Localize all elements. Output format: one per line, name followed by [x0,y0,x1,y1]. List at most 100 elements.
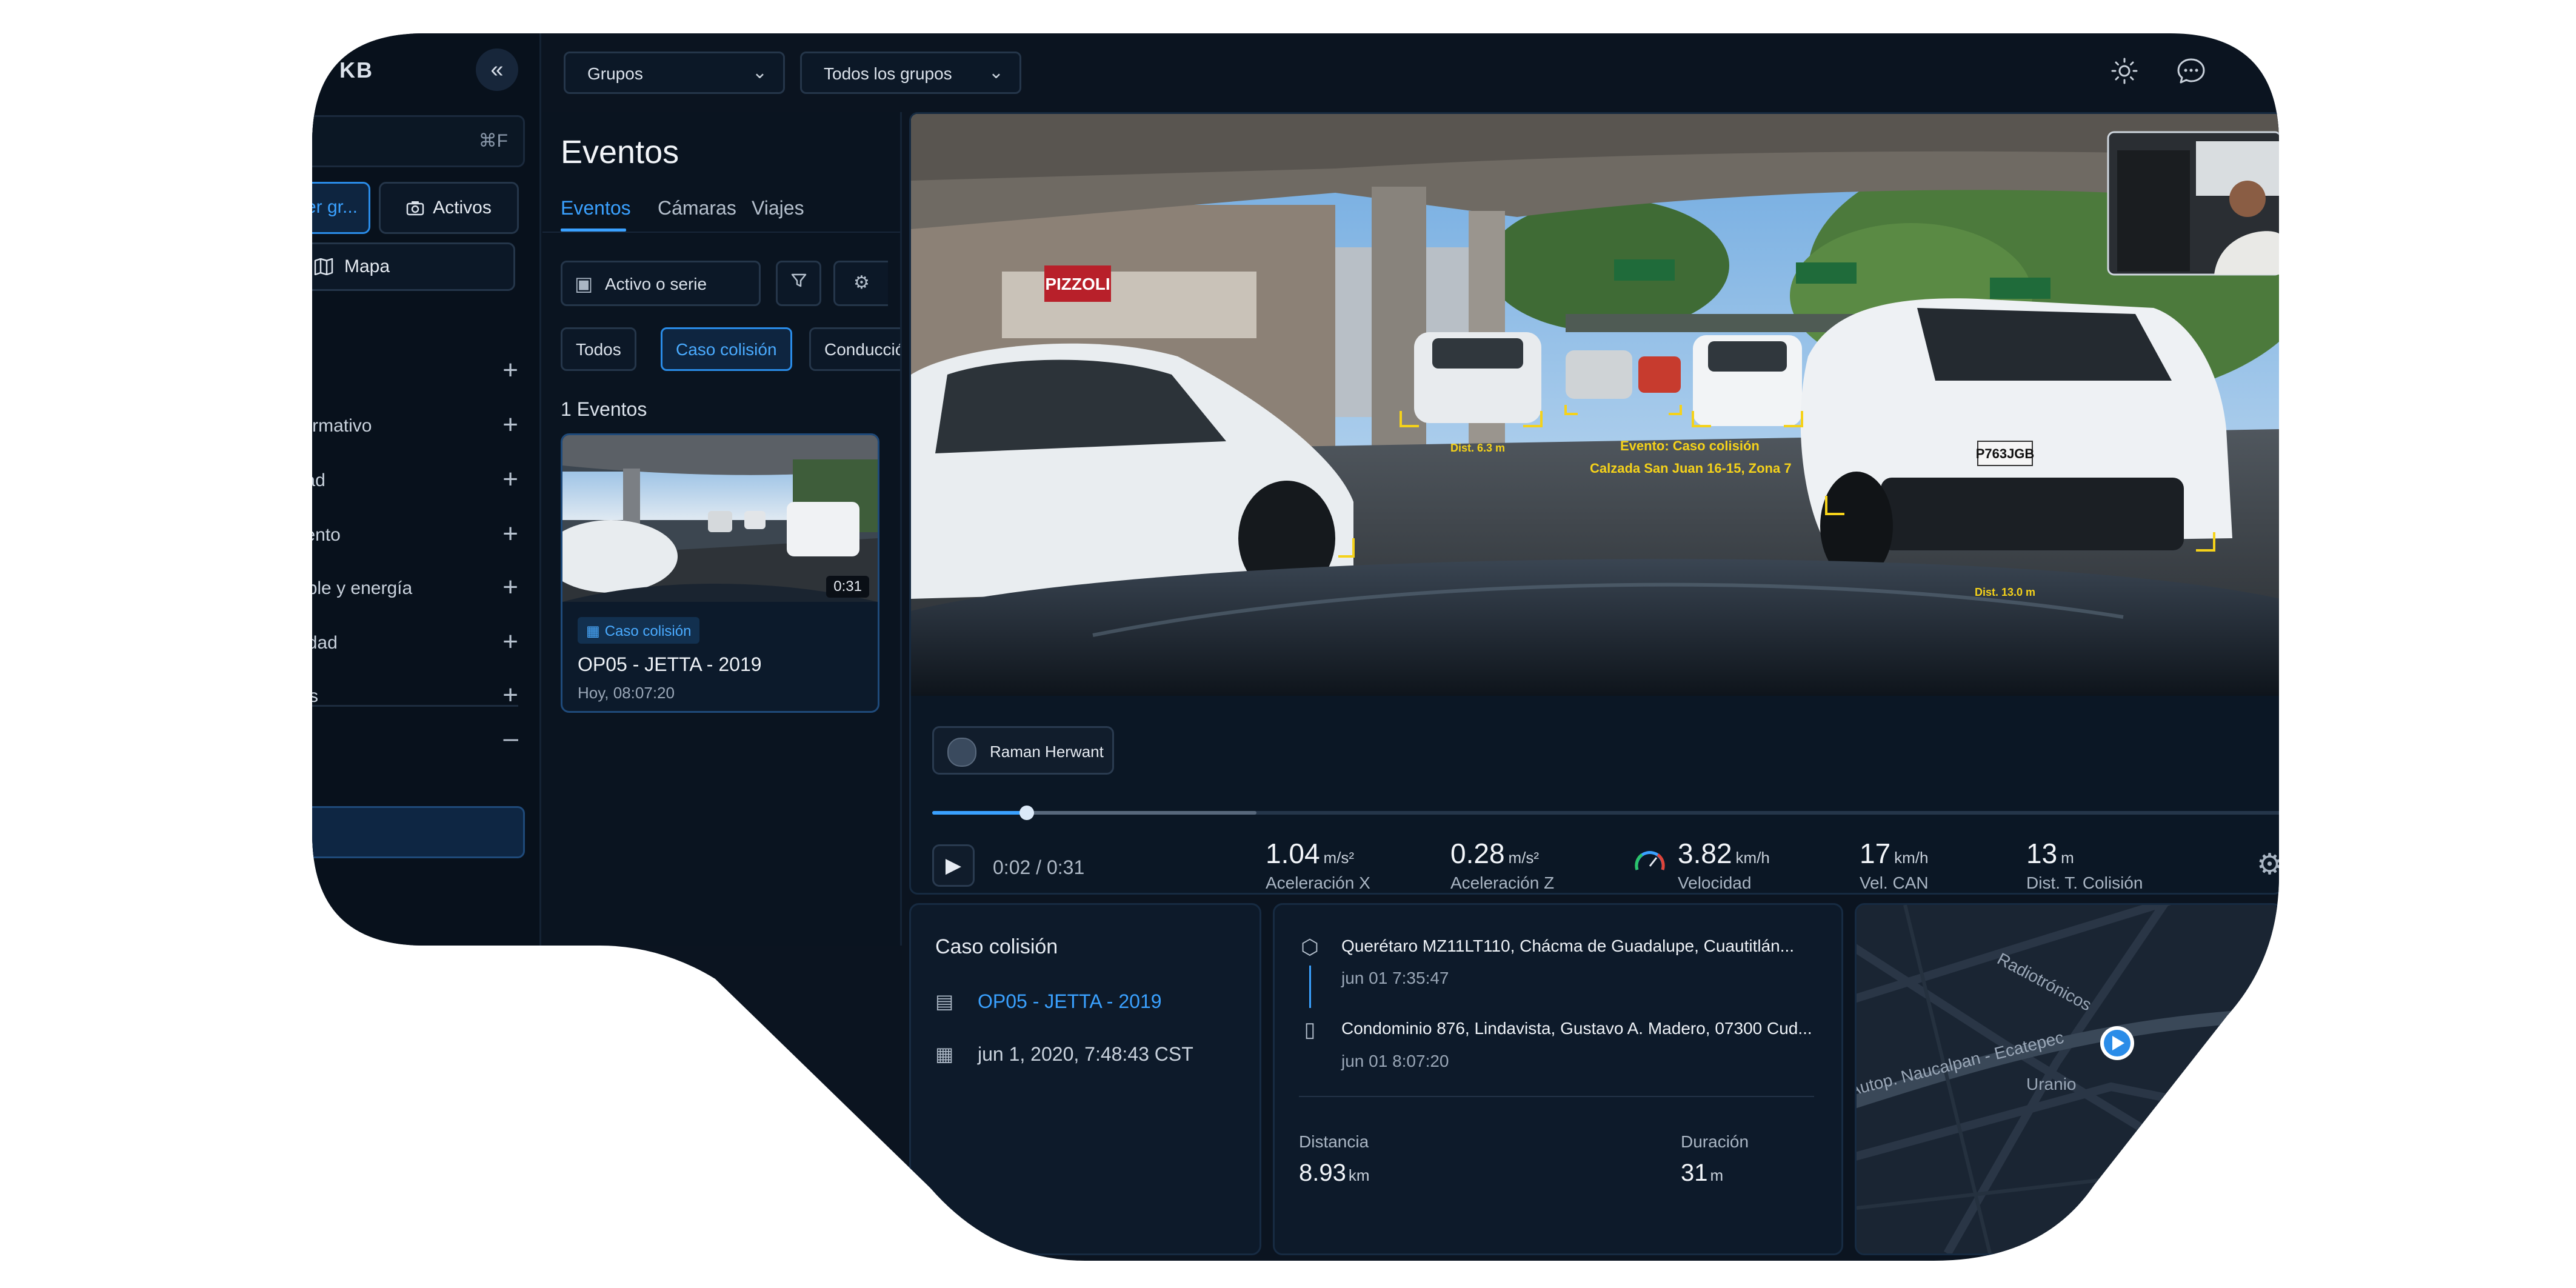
mapa-label: Mapa [344,256,390,276]
minus-icon: – [503,723,518,753]
trip-divider [1299,1096,1814,1097]
gear-icon: ⚙ [853,273,870,293]
metric-label: Vel. CAN [1860,873,1929,892]
map-icon [314,258,333,275]
route-map[interactable]: Radiotrónicos Autop. Naucalpan - Ecatepe… [1857,905,2281,1253]
sidebar-sub-seguimiento[interactable]: Seguimiento [206,869,307,889]
dashcam-video[interactable]: PIZZOLI P763JGB Dist. 6.3 m Dist. 13.0 m… [911,114,2281,696]
asset-icon: ▣ [575,273,593,295]
driver-name: Raman Herwant [990,742,1104,761]
metric-value: 3.82 [1678,838,1732,869]
sidebar-item-cumplimiento[interactable]: Cumplimiento normativo + [303,407,518,444]
sidebar-item-combustible[interactable]: Combustible y energía + [303,570,518,606]
gear-icon: ⚙ [2257,849,2283,881]
sidebar: KB « ⌘F ver gr... Activos Mapa Actividad… [200,33,541,946]
map-card[interactable]: Radiotrónicos Autop. Naucalpan - Ecatepe… [1855,903,2283,1255]
metric-unit: m [2061,849,2074,867]
sidebar-item-sostenibilidad[interactable]: Sostenibilidad + [303,624,518,661]
map-label-uranio: Uranio [2026,1075,2076,1093]
search-shortcut: ⌘F [478,131,508,151]
start-location-icon: ⬡ [1301,936,1319,959]
video-timecode: 0:02 / 0:31 [993,856,1085,878]
activos-label: Activos [433,198,492,218]
filter-caso-colision[interactable]: Caso colisión [661,327,792,371]
trip-card: ⬡ Querétaro MZ11LT110, Chácma de Guadalu… [1273,903,1843,1255]
end-location-icon: ▯ [1304,1018,1316,1041]
distance-unit: km [1348,1166,1370,1184]
overlay-distance-left: Dist. 6.3 m [1450,442,1505,454]
overlay-address-label: Calzada San Juan 16-15, Zona 7 [1590,461,1792,476]
sidebar-item-alarmas[interactable]: Alarmas + [303,678,518,714]
metric-unit: m/s² [1323,849,1355,867]
screenshot-frame: KB « ⌘F ver gr... Activos Mapa Actividad… [0,0,2576,1288]
activos-button[interactable]: Activos [379,182,519,234]
plus-icon: + [502,627,518,656]
trip-start-time: jun 01 7:35:47 [1341,969,1449,987]
video-duration-badge: 0:31 [826,576,869,598]
sidebar-section-expanded[interactable]: – [303,724,518,761]
sidebar-sub-eventos[interactable]: Eventos [297,806,525,858]
events-count: 1 Eventos [561,398,647,420]
sidebar-item-seguridad[interactable]: Seguridad + [303,462,518,498]
settings-filter-button[interactable]: ⚙ [833,261,888,306]
page-title: Eventos [561,134,679,170]
chevron-down-icon: ⌄ [752,62,767,82]
plus-icon: + [502,410,518,439]
sun-icon [2110,56,2139,85]
distance-value-row: 8.93 km [1299,1160,1370,1187]
filter-button[interactable] [776,261,821,306]
play-icon: ▶ [945,854,962,877]
metric-value: 0.28 [1450,838,1505,869]
tabs-divider [542,232,900,233]
event-card[interactable]: 0:31 ▦ Caso colisión OP05 - JETTA - 2019 … [561,433,879,713]
incident-date: jun 1, 2020, 7:48:43 CST [978,1043,1193,1065]
filter-icon [790,273,807,289]
driver-badge[interactable]: Raman Herwant [932,726,1114,775]
incident-vehicle: OP05 - JETTA - 2019 [978,990,1162,1012]
tab-camaras[interactable]: Cámaras [658,197,736,219]
duration-label: Duración [1681,1132,1749,1151]
distance-value: 8.93 [1299,1160,1346,1186]
chat-button[interactable] [2173,56,2209,93]
chat-icon [2176,56,2206,85]
video-settings-button[interactable]: ⚙ [2257,847,2283,881]
overlay-distance-right: Dist. 13.0 m [1975,586,2035,598]
search-input[interactable]: ⌘F [297,115,525,167]
scrubber-handle[interactable] [1019,806,1034,820]
asset-search-input[interactable]: ▣ Activo o serie [561,261,761,306]
asset-search-placeholder: Activo o serie [605,275,707,293]
sidebar-item-actividad[interactable]: Actividad + [303,353,518,389]
collapse-sidebar-button[interactable]: « [476,48,518,91]
all-groups-select-value: Todos los grupos [824,64,952,83]
group-chip[interactable]: ver gr... [297,182,370,234]
incident-vehicle-link[interactable]: ▤ OP05 - JETTA - 2019 [935,990,1162,1013]
sidebar-sub-registros[interactable]: Registros [224,776,301,796]
metric-can-speed: 17 km/h Vel. CAN [1860,837,1929,893]
video-player: PIZZOLI P763JGB Dist. 6.3 m Dist. 13.0 m… [909,112,2283,895]
sidebar-item-label: Alarmas [252,686,319,706]
mapa-button[interactable]: Mapa [297,242,515,291]
distance-label: Distancia [1299,1132,1369,1151]
sidebar-item-label: Cumplimiento normativo [176,416,372,436]
play-button[interactable]: ▶ [932,844,975,887]
filter-todos[interactable]: Todos [561,327,636,371]
tab-viajes[interactable]: Viajes [752,197,804,219]
tab-active-indicator [561,229,626,232]
tab-eventos[interactable]: Eventos [561,197,631,219]
sidebar-item-mantenimiento[interactable]: Mantenimiento + [303,516,518,553]
metric-value: 1.04 [1266,838,1320,869]
plus-icon: + [502,572,518,602]
vehicle-icon: ▤ [935,990,954,1012]
timeline-connector [1309,966,1311,1008]
metric-value: 17 [1860,838,1891,869]
sidebar-divider [297,705,518,707]
events-panel: Eventos Eventos Cámaras Viajes ▣ Activo … [542,112,902,946]
speedometer-icon [1632,844,1667,879]
groups-select[interactable]: Grupos ⌄ [564,52,785,94]
metric-unit: km/h [1894,849,1929,867]
theme-toggle-button[interactable] [2106,56,2143,93]
all-groups-select[interactable]: Todos los grupos ⌄ [800,52,1021,94]
event-type-label: Caso colisión [604,623,692,639]
filter-conduccion[interactable]: Conducción [809,327,900,371]
metric-value: 13 [2026,838,2058,869]
